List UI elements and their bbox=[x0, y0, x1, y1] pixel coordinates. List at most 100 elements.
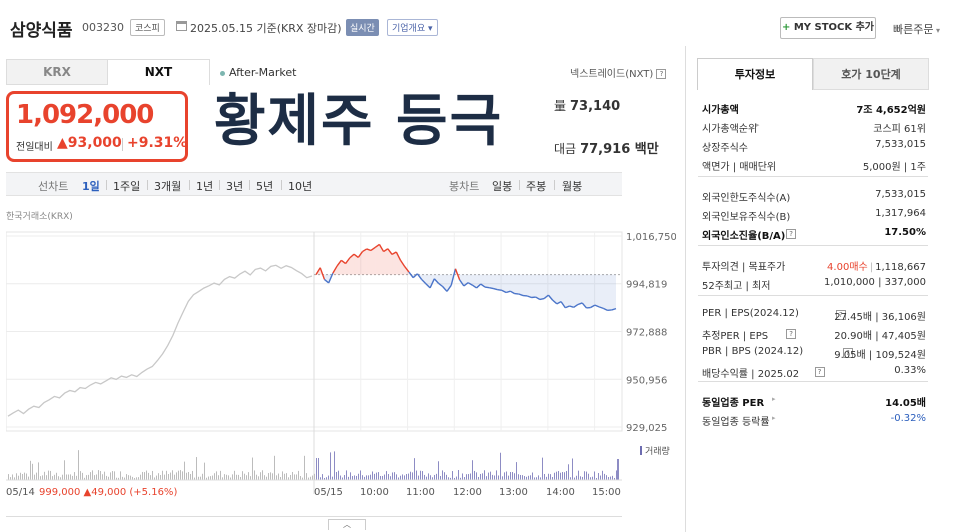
help-icon[interactable]: ? bbox=[656, 69, 667, 79]
volume-bar bbox=[580, 476, 581, 480]
period-3y[interactable]: 3년 bbox=[226, 178, 243, 194]
period-1d[interactable]: 1일 bbox=[82, 178, 100, 194]
realtime-badge[interactable]: 실시간 bbox=[346, 19, 379, 36]
x-tick-label: 14:00 bbox=[546, 487, 575, 498]
volume-bar bbox=[564, 472, 565, 480]
volume-bar bbox=[430, 475, 431, 480]
volume-bar bbox=[484, 470, 485, 480]
volume-bar bbox=[146, 470, 147, 480]
divider bbox=[6, 516, 622, 517]
period-1w[interactable]: 1주일 bbox=[113, 178, 140, 194]
volume-bar bbox=[162, 470, 163, 480]
chevron-up-icon: ︿ bbox=[343, 520, 351, 529]
price-chart[interactable]: 1,016,750 994,819 972,888 950,956 929,025 거래량… bbox=[6, 226, 676, 498]
volume-bar bbox=[496, 470, 497, 480]
volume-bar bbox=[170, 472, 171, 480]
volume-bar bbox=[172, 470, 173, 480]
tab-investment-info[interactable]: 투자정보 bbox=[697, 58, 813, 90]
help-icon[interactable]: ? bbox=[786, 329, 797, 339]
volume-bar bbox=[588, 473, 589, 480]
volume-bar bbox=[556, 471, 557, 480]
volume-bar bbox=[518, 474, 519, 480]
volume-bar bbox=[520, 474, 521, 480]
line-chart-label[interactable]: 선차트 bbox=[38, 178, 68, 194]
info-value: 14.05배 bbox=[885, 398, 926, 409]
help-icon[interactable]: ? bbox=[786, 229, 797, 239]
add-mystock-button[interactable]: + MY STOCK 추가 bbox=[780, 17, 876, 39]
market-badge: 코스피 bbox=[130, 19, 165, 36]
volume-bar bbox=[610, 476, 611, 480]
tab-krx[interactable]: KRX bbox=[6, 59, 108, 85]
volume-bar bbox=[272, 473, 273, 480]
x-tick-label: 05/15 bbox=[314, 487, 343, 498]
info-value: -0.32% bbox=[890, 413, 926, 424]
volume-bar bbox=[384, 474, 385, 480]
info-value: 7,533,015 bbox=[875, 139, 926, 150]
volume-bar bbox=[598, 473, 599, 480]
volume-bar bbox=[32, 463, 33, 480]
period-1y[interactable]: 1년 bbox=[196, 178, 213, 194]
series-area-segment bbox=[370, 247, 376, 275]
info-row: 시가총액순위 ▸ 코스피 61위 bbox=[702, 118, 926, 137]
date-text: 2025.05.15 기준(KRX 장마감) bbox=[190, 22, 342, 35]
volume-bar bbox=[120, 471, 121, 480]
volume-bar bbox=[28, 476, 29, 480]
company-overview-button[interactable]: 기업개요 ▾ bbox=[387, 19, 438, 36]
volume-bar bbox=[130, 475, 131, 480]
info-value: 20.90배 | 47,405원 bbox=[834, 331, 926, 342]
volume-bar bbox=[304, 455, 305, 480]
volume-bar bbox=[164, 474, 165, 480]
period-3m[interactable]: 3개월 bbox=[154, 178, 181, 194]
volume-bar bbox=[224, 474, 225, 480]
volume-bar bbox=[144, 472, 145, 480]
series-area-segment bbox=[527, 274, 532, 298]
target-price-value: 1,118,667 bbox=[875, 262, 926, 273]
volume-bar bbox=[542, 457, 543, 480]
tab-nxt[interactable]: NXT bbox=[108, 59, 210, 85]
tab-quote-10[interactable]: 호가 10단계 bbox=[813, 58, 929, 90]
candle-weekly[interactable]: 주봉 bbox=[526, 178, 546, 194]
volume-bar bbox=[390, 476, 391, 480]
divider bbox=[219, 180, 220, 190]
info-label: 외국인한도주식수(A) bbox=[702, 193, 791, 204]
help-icon[interactable]: ? bbox=[814, 367, 825, 377]
volume-bar bbox=[544, 473, 545, 480]
volume-bar bbox=[86, 475, 87, 480]
info-label[interactable]: 동일업종 PER bbox=[702, 394, 764, 409]
volume-bar bbox=[354, 475, 355, 480]
volume-bar bbox=[100, 471, 101, 480]
period-5y[interactable]: 5년 bbox=[256, 178, 273, 194]
series-segment bbox=[539, 297, 545, 301]
volume-bar bbox=[148, 472, 149, 480]
collapse-button[interactable]: ︿ bbox=[328, 519, 366, 530]
volume-bar bbox=[268, 473, 269, 480]
series-area-segment bbox=[510, 274, 515, 294]
volume-bar bbox=[600, 475, 601, 480]
x-tick-label: 15:00 bbox=[592, 487, 621, 498]
change-label: 전일대비 bbox=[16, 142, 53, 153]
volume-bar bbox=[424, 474, 425, 480]
candle-daily[interactable]: 일봉 bbox=[492, 178, 512, 194]
volume-bar bbox=[202, 473, 203, 480]
volume-bar bbox=[440, 476, 441, 480]
volume-bar bbox=[128, 475, 129, 480]
info-value: 코스피 61위 bbox=[873, 124, 926, 135]
info-row: 상장주식수 7,533,015 bbox=[702, 137, 926, 156]
stock-header: 삼양식품 003230 코스피 2025.05.15 기준(KRX 장마감) 실… bbox=[0, 0, 966, 46]
candle-monthly[interactable]: 월봉 bbox=[562, 178, 582, 194]
volume-bar bbox=[502, 476, 503, 480]
info-label[interactable]: 시가총액순위 bbox=[702, 120, 757, 135]
info-row: 외국인한도주식수(A) 7,533,015 bbox=[702, 187, 926, 206]
volume-bar bbox=[110, 472, 111, 480]
candle-chart-label[interactable]: 봉차트 bbox=[449, 178, 479, 194]
info-label[interactable]: 동일업종 등락률 bbox=[702, 413, 770, 428]
series-segment bbox=[497, 288, 503, 292]
y-tick-label: 1,016,750 bbox=[626, 232, 676, 243]
x-tick-label: 10:00 bbox=[360, 487, 389, 498]
volume-bar bbox=[188, 471, 189, 480]
period-10y[interactable]: 10년 bbox=[288, 178, 312, 194]
info-row: 시가총액 7조 4,652억원 bbox=[702, 99, 926, 118]
volume-bar bbox=[298, 470, 299, 480]
quick-order-button[interactable]: 빠른주문 ▾ bbox=[893, 21, 940, 37]
info-row: 외국인소진율(B/A)? 17.50% bbox=[702, 225, 926, 244]
